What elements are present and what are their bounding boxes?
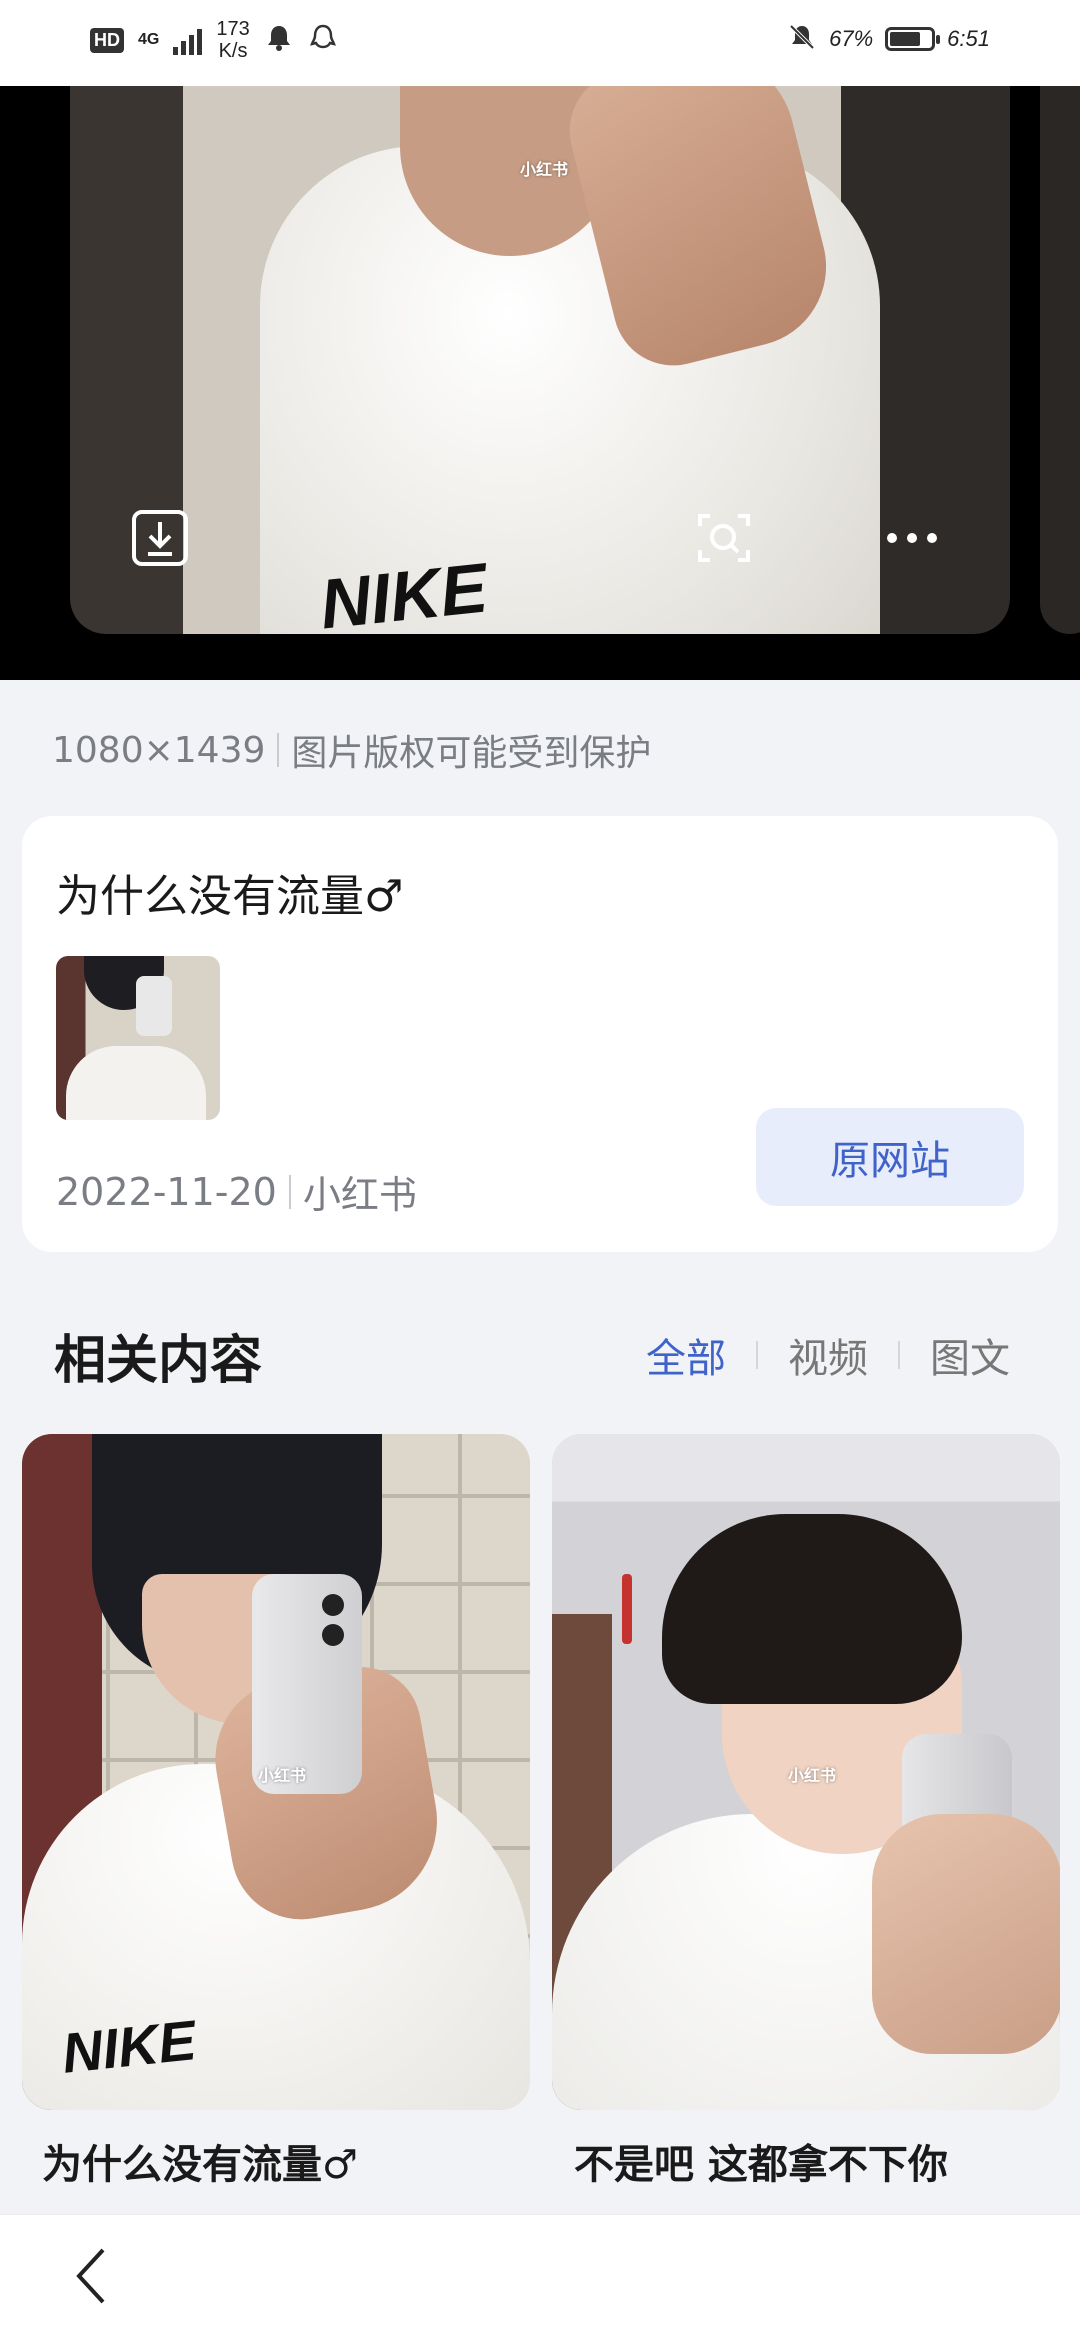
original-site-button[interactable]: 原网站 <box>756 1108 1024 1206</box>
qq-icon <box>308 23 338 57</box>
battery-percent: 67% <box>829 26 874 51</box>
next-photo-peek[interactable] <box>1040 86 1080 634</box>
source-title[interactable]: 为什么没有流量♂ <box>56 860 403 924</box>
status-bar: HD 4G 173 K/s 67% 6:51 <box>0 0 1080 86</box>
source-site: 小红书 <box>302 1173 417 1217</box>
speed-value: 173 <box>216 18 250 40</box>
clock: 6:51 <box>947 26 990 51</box>
filter-video[interactable]: 视频 <box>788 1326 868 1384</box>
image-search-button[interactable] <box>692 508 756 572</box>
related-item-2-caption[interactable]: 不是吧 这都拿不下你 <box>574 2132 948 2190</box>
more-dots-icon <box>882 528 942 552</box>
source-card[interactable]: 为什么没有流量♂ 2022-11-20 小红书 原网站 <box>22 816 1058 1252</box>
filter-image-text[interactable]: 图文 <box>930 1326 1010 1384</box>
image-dimensions: 1080×1439 <box>52 729 266 771</box>
speed-unit: K/s <box>218 40 248 62</box>
copyright-notice: 图片版权可能受到保护 <box>291 733 652 774</box>
source-thumbnail[interactable] <box>56 956 220 1120</box>
signal-icon <box>173 25 203 55</box>
network-type: 4G <box>138 31 160 48</box>
back-button[interactable] <box>56 2243 126 2313</box>
network-speed: 173 K/s <box>216 18 249 62</box>
source-meta: 2022-11-20 小红书 <box>56 1164 417 1219</box>
battery-icon <box>885 27 941 51</box>
divider <box>288 1174 291 1209</box>
image-info: 1080×1439 图片版权可能受到保护 <box>52 724 651 776</box>
bottom-bar <box>0 2214 1080 2341</box>
chevron-left-icon <box>71 2246 111 2310</box>
related-item-2[interactable]: 小红书 <box>552 1434 1060 2110</box>
main-photo[interactable]: NIKE 小红书 <box>70 86 1010 634</box>
download-button[interactable] <box>128 508 192 572</box>
hd-icon: HD <box>90 27 124 53</box>
mute-bell-icon <box>787 22 817 56</box>
related-header: 相关内容 全部 视频 图文 <box>0 1268 1080 1418</box>
watermark: 小红书 <box>258 1766 307 1785</box>
notification-bell-icon <box>264 23 294 57</box>
image-viewer[interactable]: NIKE 小红书 <box>0 86 1080 680</box>
source-date: 2022-11-20 <box>56 1169 277 1214</box>
related-title: 相关内容 <box>54 1331 263 1391</box>
divider <box>277 733 280 767</box>
watermark: 小红书 <box>788 1766 837 1785</box>
related-filters: 全部 视频 图文 <box>646 1326 1010 1384</box>
watermark: 小红书 <box>520 160 569 179</box>
divider <box>756 1341 758 1369</box>
divider <box>898 1341 900 1369</box>
download-icon <box>130 508 190 572</box>
related-item-1-caption[interactable]: 为什么没有流量♂ <box>42 2132 358 2190</box>
shirt-logo: NIKE <box>59 2008 199 2085</box>
filter-all[interactable]: 全部 <box>646 1326 726 1384</box>
lens-scan-icon <box>694 508 754 572</box>
related-item-1[interactable]: NIKE 小红书 <box>22 1434 530 2110</box>
more-button[interactable] <box>880 508 944 572</box>
